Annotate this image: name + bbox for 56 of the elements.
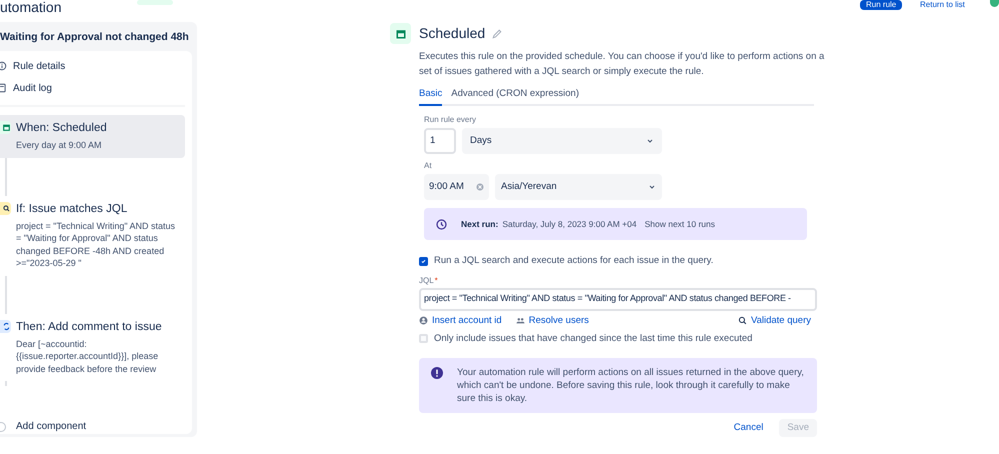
pencil-icon <box>491 28 504 40</box>
component-title: If: Issue matches JQL <box>16 202 128 216</box>
unit-dropdown[interactable]: Days <box>462 128 662 154</box>
query-link[interactable]: Validate query <box>750 314 811 328</box>
tab[interactable]: Advanced (CRON expression) <box>451 87 580 106</box>
component-title: Then: Add comment to issue <box>16 320 163 334</box>
query-link[interactable]: Resolve users <box>528 314 589 328</box>
search-icon <box>738 316 747 326</box>
next-run-label: Next run: <box>461 218 498 231</box>
check-icon <box>421 258 426 265</box>
calendar-icon <box>2 123 11 132</box>
run-rule-button[interactable]: Run rule <box>860 0 902 10</box>
component-detail: project = "Technical Writing" AND status = "Waiting for Approval" AND status changed BEFORE -48h AND created >="2023-05-29 " <box>16 220 176 270</box>
component-detail: Dear [~accountid: {{issue.reporter.accountId}}], please provide feedback before the review <box>16 338 160 375</box>
tab[interactable]: Basic <box>419 87 442 106</box>
field-label: At <box>424 160 433 172</box>
rule-name: Waiting for Approval not changed 48h <box>0 30 189 45</box>
clear-icon <box>476 183 484 192</box>
component-item[interactable]: When: Scheduled Every day at 9:00 AM <box>0 115 185 158</box>
document-icon <box>0 83 7 93</box>
search-icon <box>2 204 11 212</box>
person-icon <box>419 316 428 326</box>
checkbox[interactable] <box>419 256 428 266</box>
sidebar-link[interactable]: Audit log <box>13 80 52 96</box>
calendar-icon <box>390 23 411 44</box>
query-link[interactable]: Insert account id <box>432 314 502 328</box>
component-detail: Every day at 9:00 AM <box>16 139 103 152</box>
component-title: When: Scheduled <box>16 121 108 135</box>
people-icon <box>516 316 525 326</box>
interval-field[interactable]: 1 <box>424 128 456 154</box>
show-runs-link[interactable]: Show next 10 runs <box>644 218 715 231</box>
chevron-down-icon <box>646 137 654 146</box>
field-label: Run rule every <box>424 114 478 126</box>
panel-description: Executes this rule on the provided schedule. You can choose if you'd like to perform actions on a set of issues gathered with a JQL search or simply execute the rule. <box>419 50 826 79</box>
cancel-button[interactable]: Cancel <box>726 419 772 437</box>
next-run-time: Saturday, July 8, 2023 9:00 AM +04 <box>502 218 637 231</box>
jql-field[interactable]: project = "Technical Writing" AND status = "Waiting for Approval" AND status changed BEFORE - <box>419 288 817 310</box>
panel-title: Scheduled <box>419 24 486 43</box>
time-field[interactable]: 9:00 AM <box>424 174 489 200</box>
checkbox-label: Run a JQL search and execute actions for each issue in the query. <box>434 254 714 268</box>
timezone-dropdown[interactable]: Asia/Yerevan <box>495 174 662 200</box>
status-badge <box>137 0 173 5</box>
clock-icon <box>436 218 447 230</box>
checkbox-label: Only include issues that have changed since the last time this rule executed <box>434 332 752 346</box>
field-label: JQL <box>419 274 434 286</box>
avatar <box>990 0 999 7</box>
sidebar-link[interactable]: Rule details <box>13 58 66 74</box>
warning-icon <box>431 367 443 379</box>
required-mark: * <box>434 274 438 286</box>
info-icon <box>0 61 7 71</box>
return-link[interactable]: Return to list <box>920 0 965 10</box>
chevron-down-icon <box>648 183 656 192</box>
refresh-icon <box>2 322 11 330</box>
page-title: utomation <box>0 0 62 15</box>
add-component-link[interactable]: Add component <box>16 419 86 434</box>
warning-text: Your automation rule will perform actions on all issues returned in the above query, which can't be undone. Before saving this rule, look through it carefully to make sure this is okay. <box>457 366 805 405</box>
